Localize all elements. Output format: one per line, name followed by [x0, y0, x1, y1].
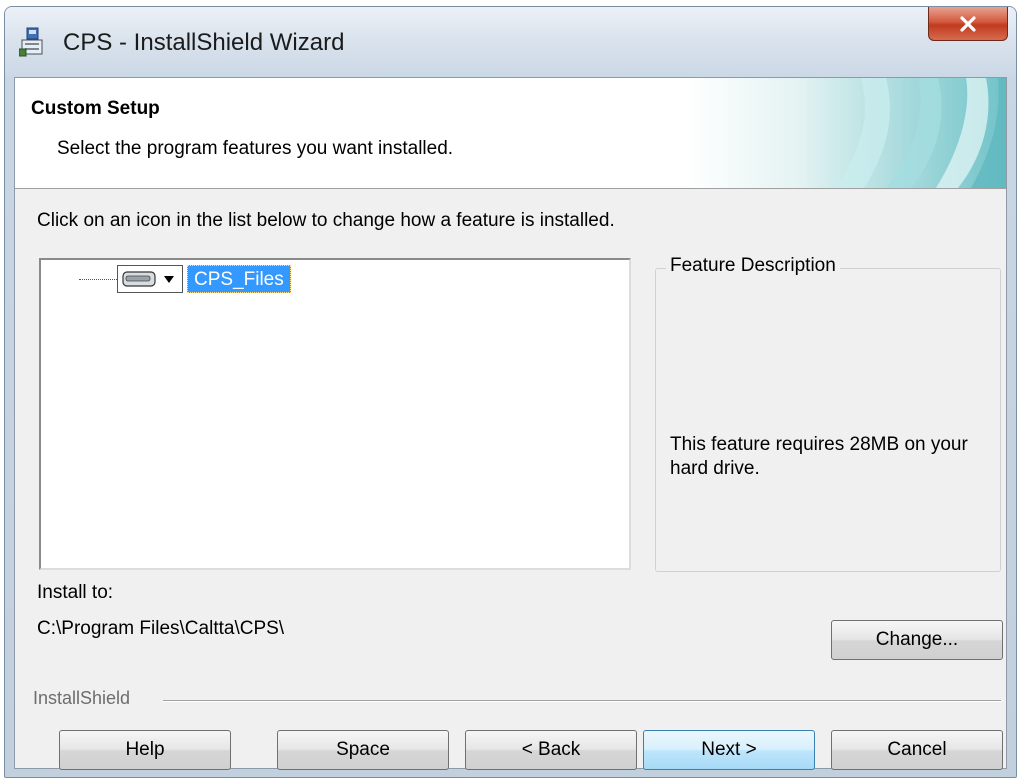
title-bar[interactable]: CPS - InstallShield Wizard [5, 7, 1016, 77]
hard-drive-icon [122, 271, 156, 287]
feature-description-text: This feature requires 28MB on your hard … [670, 434, 968, 479]
install-path: C:\Program Files\Caltta\CPS\ [37, 618, 285, 639]
installshield-brand: InstallShield [33, 688, 131, 708]
change-button[interactable]: Change... [831, 620, 1003, 660]
cancel-button[interactable]: Cancel [831, 730, 1003, 770]
feature-tree[interactable]: CPS_Files [39, 258, 631, 570]
tree-connector [79, 279, 119, 280]
wizard-body: Custom Setup Select the program features… [14, 77, 1007, 770]
install-to-label: Install to: [37, 582, 114, 603]
banner-art-graphic [686, 78, 1006, 188]
feature-install-dropdown[interactable] [117, 265, 183, 293]
back-button[interactable]: < Back [465, 730, 637, 770]
help-button[interactable]: Help [59, 730, 231, 770]
feature-description-legend: Feature Description [666, 255, 840, 277]
space-button[interactable]: Space [277, 730, 449, 770]
close-button[interactable] [928, 7, 1008, 41]
page-subtitle: Select the program features you want ins… [57, 138, 454, 159]
feature-description-group: Feature Description This feature require… [655, 255, 1001, 572]
installer-app-icon [19, 27, 43, 57]
installer-window: CPS - InstallShield Wizard Custom Setup … [4, 6, 1017, 778]
close-icon [960, 15, 976, 32]
header-banner: Custom Setup Select the program features… [15, 78, 1006, 189]
instructions-text: Click on an icon in the list below to ch… [37, 210, 615, 231]
window-title: CPS - InstallShield Wizard [63, 29, 345, 56]
next-button[interactable]: Next > [643, 730, 815, 770]
feature-item-cps-files[interactable]: CPS_Files [187, 265, 291, 293]
chevron-down-icon [164, 276, 174, 283]
brand-divider [163, 700, 1001, 702]
page-title: Custom Setup [31, 98, 160, 119]
